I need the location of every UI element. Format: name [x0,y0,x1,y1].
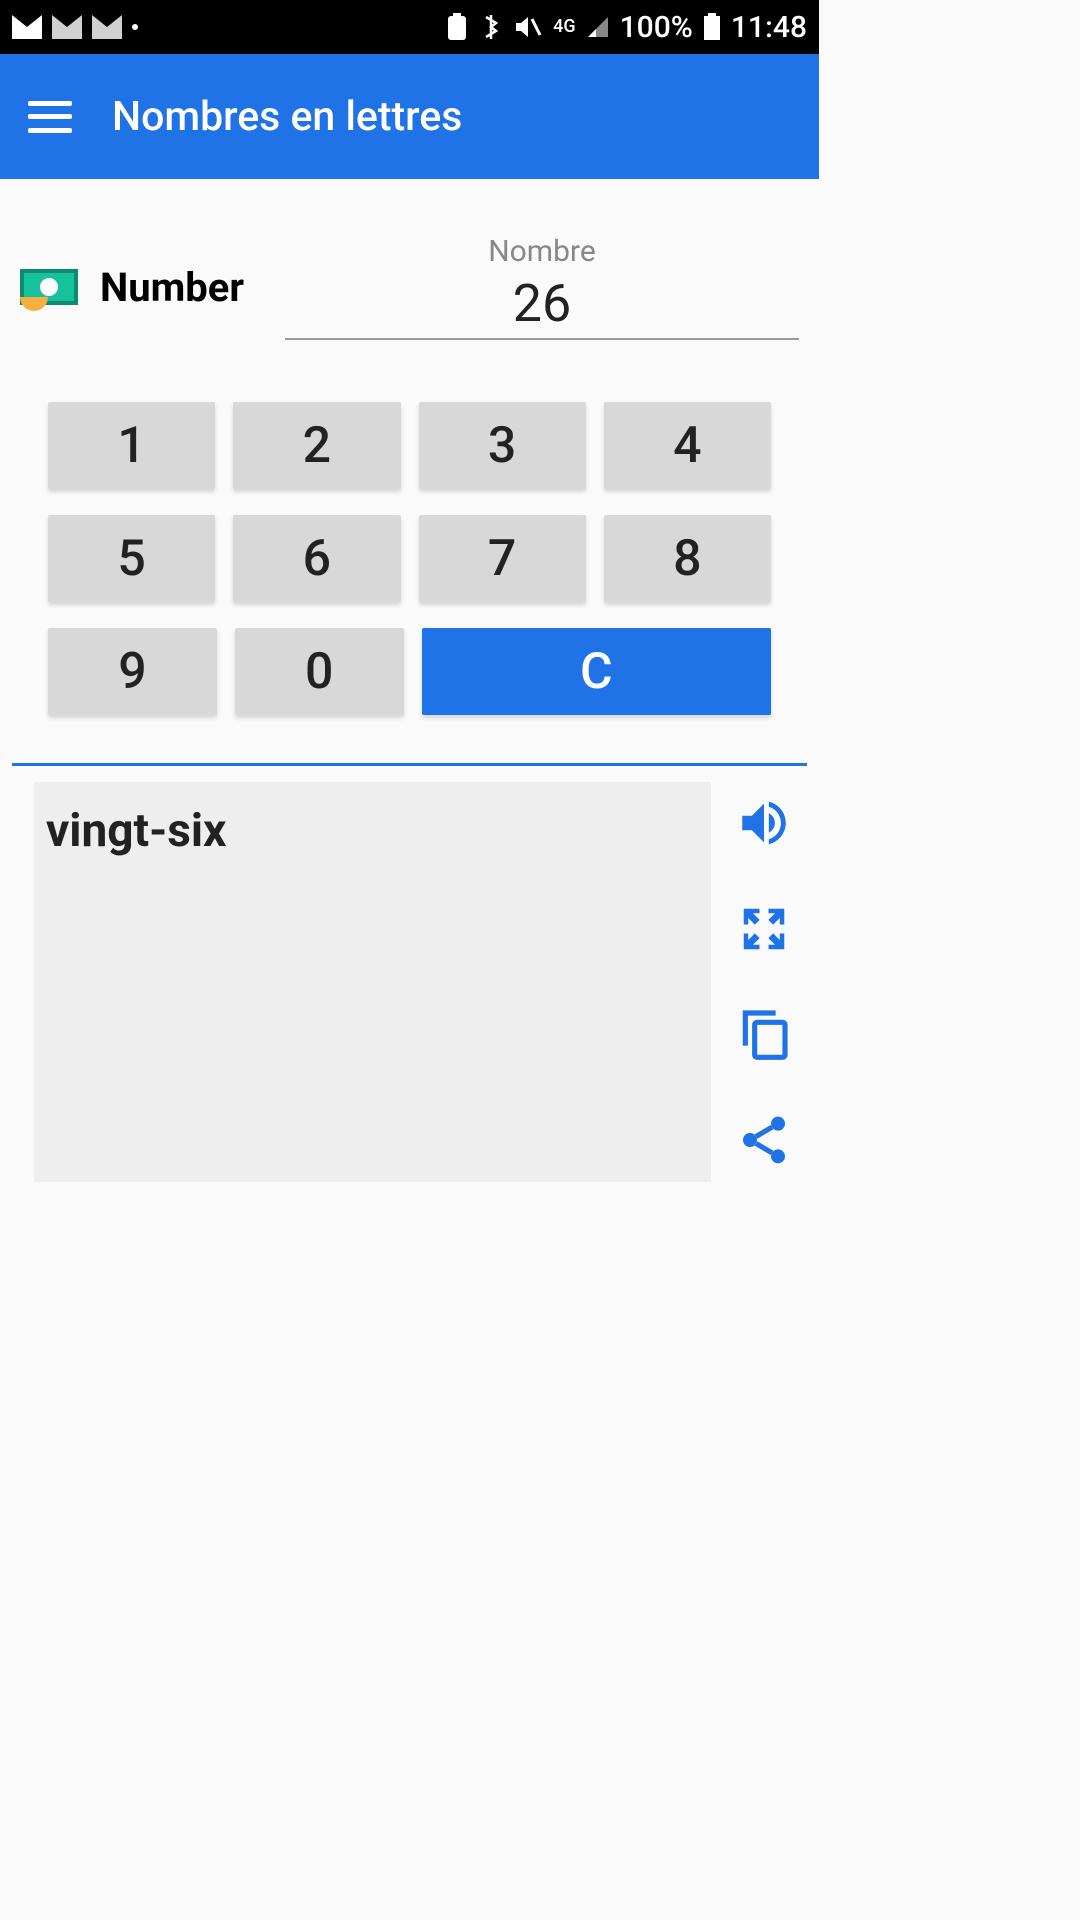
status-left [12,15,138,39]
number-input[interactable]: Nombre 26 [285,234,799,340]
key-1[interactable]: 1 [48,402,215,489]
share-button[interactable] [736,1112,792,1172]
fullscreen-button[interactable] [737,902,791,960]
action-column [729,782,799,1182]
app-bar: Nombres en lettres [0,54,819,179]
menu-button[interactable] [28,101,72,133]
signal-icon [586,15,610,39]
network-type: 4G [553,18,576,36]
gmail-icon [12,15,42,39]
key-7[interactable]: 7 [419,515,586,602]
result-area: vingt-six [0,766,819,1182]
key-6[interactable]: 6 [233,515,400,602]
gmail-icon [92,15,122,39]
app-title: Nombres en lettres [112,93,462,141]
status-right: 4G 100% 11:48 [445,10,807,45]
key-2[interactable]: 2 [233,402,400,489]
input-row: Number Nombre 26 [0,179,819,380]
battery-saver-icon [445,13,469,41]
result-text: vingt-six [34,782,711,1182]
bluetooth-icon [479,13,503,41]
key-4[interactable]: 4 [604,402,771,489]
mute-icon [513,13,543,41]
copy-button[interactable] [736,1006,792,1066]
input-placeholder: Nombre [488,234,595,269]
key-3[interactable]: 3 [419,402,586,489]
key-9[interactable]: 9 [48,628,217,715]
money-icon [20,269,78,305]
battery-icon [703,13,721,41]
key-5[interactable]: 5 [48,515,215,602]
speak-button[interactable] [735,794,793,856]
more-notifications-icon [132,24,138,30]
key-0[interactable]: 0 [235,628,404,715]
clock: 11:48 [731,10,807,45]
battery-percentage: 100% [620,10,693,45]
input-value: 26 [513,273,571,334]
number-label-group: Number [20,264,285,311]
key-clear[interactable]: C [422,628,771,715]
keypad: 1 2 3 4 5 6 7 8 9 0 C [0,380,819,763]
number-label: Number [100,264,244,311]
status-bar: 4G 100% 11:48 [0,0,819,54]
key-8[interactable]: 8 [604,515,771,602]
gmail-icon [52,15,82,39]
